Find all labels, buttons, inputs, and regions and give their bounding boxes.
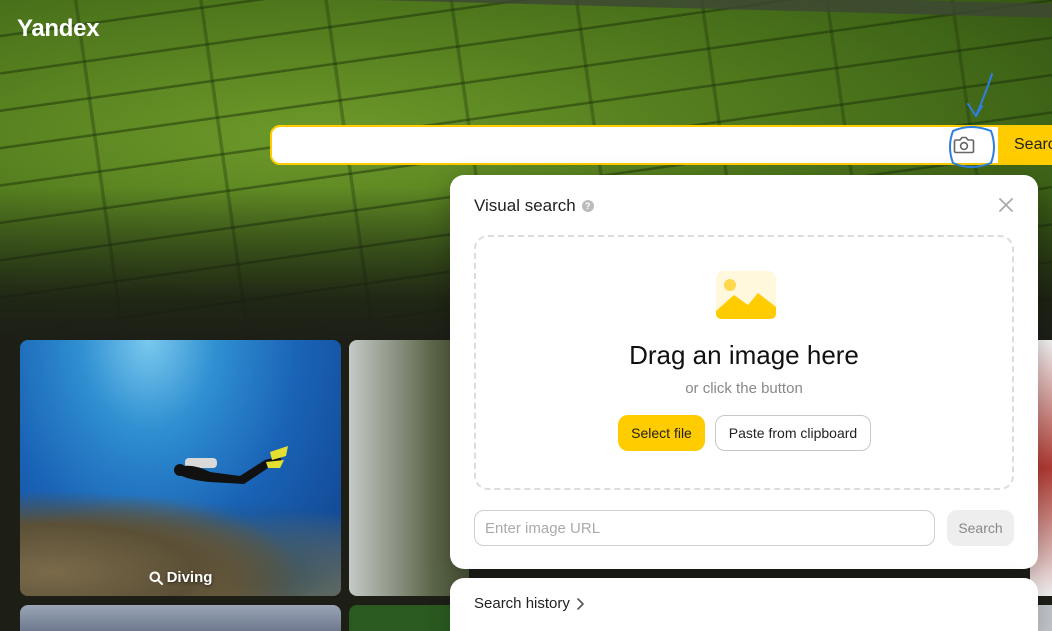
image-placeholder-icon bbox=[716, 271, 776, 319]
chevron-right-icon bbox=[577, 597, 584, 610]
tile-caption-label: Diving bbox=[166, 569, 213, 586]
tile-caption: Diving bbox=[20, 569, 341, 586]
image-dropzone[interactable]: Drag an image here or click the button S… bbox=[474, 235, 1014, 490]
search-history-link[interactable]: Search history bbox=[474, 595, 584, 612]
dropzone-subtitle: or click the button bbox=[685, 380, 803, 397]
close-icon[interactable] bbox=[998, 197, 1014, 213]
camera-icon[interactable] bbox=[948, 129, 980, 161]
url-search-button[interactable]: Search bbox=[947, 510, 1014, 546]
image-url-input[interactable] bbox=[474, 510, 935, 546]
visual-search-title: Visual search bbox=[474, 196, 576, 215]
paste-from-clipboard-button[interactable]: Paste from clipboard bbox=[715, 415, 871, 451]
search-icon bbox=[149, 571, 163, 585]
help-icon[interactable]: ? bbox=[581, 200, 594, 212]
image-tile-mountains[interactable] bbox=[20, 605, 341, 631]
select-file-button[interactable]: Select file bbox=[618, 415, 705, 451]
search-history-label: Search history bbox=[474, 595, 570, 612]
visual-search-header: Visual search ? bbox=[474, 196, 594, 216]
search-button[interactable]: Search bbox=[998, 125, 1052, 165]
diver-illustration bbox=[174, 446, 288, 484]
yandex-logo[interactable]: Yandex bbox=[17, 15, 100, 43]
search-bar: Search bbox=[270, 125, 1052, 165]
dropzone-title: Drag an image here bbox=[629, 340, 859, 370]
search-input[interactable] bbox=[272, 127, 1052, 163]
visual-search-panel: Visual search ? Drag an image here or cl… bbox=[450, 175, 1038, 569]
search-history-panel: Search history bbox=[450, 578, 1038, 631]
